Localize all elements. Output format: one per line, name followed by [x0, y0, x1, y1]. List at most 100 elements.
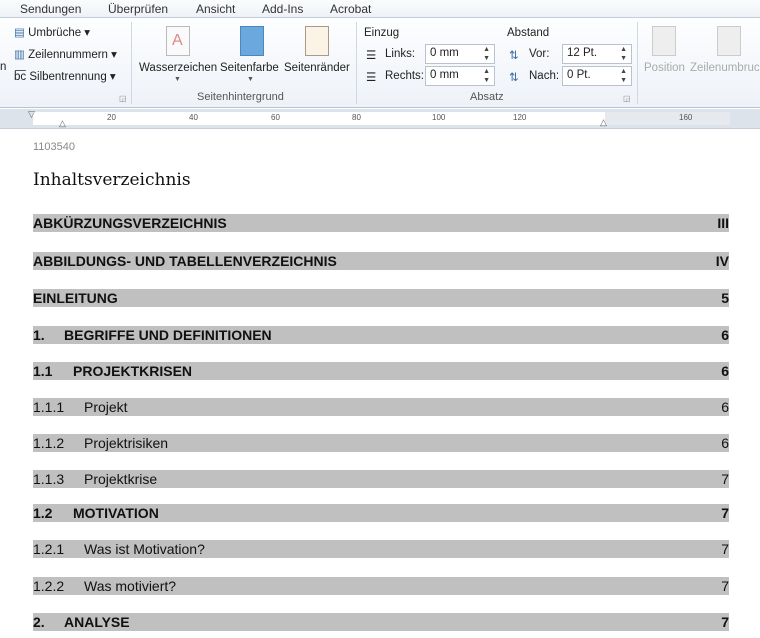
toc-entry-number: 2.: [33, 614, 45, 630]
spin-arrows-icon[interactable]: ▲ ▼: [483, 67, 490, 85]
toc-entry[interactable]: 1. BEGRIFFE UND DEFINITIONEN 6: [33, 326, 729, 344]
first-line-indent-marker[interactable]: ▽: [28, 109, 35, 120]
toc-entry-title: Was motiviert?: [84, 578, 177, 594]
hanging-indent-marker[interactable]: △: [59, 118, 66, 129]
chevron-down-icon: ▼: [247, 76, 254, 83]
toc-entry-title: MOTIVATION: [73, 505, 159, 521]
right-indent-marker[interactable]: △: [600, 117, 607, 128]
toc-entry[interactable]: 1.1.3 Projektkrise 7: [33, 470, 729, 488]
toc-entry-title: BEGRIFFE UND DEFINITIONEN: [64, 327, 272, 343]
dialog-launcher-icon[interactable]: ◲: [119, 94, 127, 103]
toc-entry-page: 6: [721, 399, 729, 415]
toc-entry-page: 5: [721, 290, 729, 306]
silbentrennung-button[interactable]: b͞c Silbentrennung ▾: [14, 69, 116, 83]
rechts-input[interactable]: 0 mm ▲ ▼: [425, 66, 495, 86]
toc-entry[interactable]: 1.2 MOTIVATION 7: [33, 504, 729, 522]
tab-add-ins[interactable]: Add-Ins: [262, 2, 303, 16]
watermark-icon: A: [166, 26, 190, 56]
text-wrap-icon: [717, 26, 741, 56]
position-button[interactable]: Position: [644, 62, 685, 74]
toc-entry-title: ABKÜRZUNGSVERZEICHNIS: [33, 215, 227, 231]
hyphenation-icon: b͞c: [14, 71, 30, 83]
indent-right-icon: ☰: [366, 72, 377, 84]
spin-arrows-icon[interactable]: ▲ ▼: [483, 45, 490, 63]
spacing-after-icon: ⇅: [509, 72, 519, 84]
vor-label: Vor:: [529, 48, 550, 60]
einzug-label: Einzug: [364, 27, 400, 39]
rechts-label: Rechts:: [385, 70, 424, 82]
toc-entry-title: EINLEITUNG: [33, 290, 118, 306]
toc-entry[interactable]: 2. ANALYSE 7: [33, 613, 729, 631]
toc-entry-number: 1.2: [33, 505, 53, 521]
document-id: 1103540: [33, 141, 76, 153]
tab-sendungen[interactable]: Sendungen: [20, 2, 81, 16]
spacing-before-icon: ⇅: [509, 50, 519, 62]
toc-entry-page: 7: [721, 471, 729, 487]
spin-arrows-icon[interactable]: ▲ ▼: [620, 45, 627, 63]
tab-ueberpruefen[interactable]: Überprüfen: [108, 2, 168, 16]
zeilennummern-button[interactable]: ▥ Zeilennummern ▾: [14, 47, 117, 61]
group-label-seitenhintergrund: Seitenhintergrund: [197, 91, 284, 103]
toc-entry[interactable]: 1.1.2 Projektrisiken 6: [33, 434, 729, 452]
document-page[interactable]: 1103540 Inhaltsverzeichnis ABKÜRZUNGSVER…: [0, 130, 760, 638]
ruler-label: 60: [271, 113, 280, 122]
toc-entry-page: 6: [721, 363, 729, 379]
toc-entry[interactable]: 1.2.2 Was motiviert? 7: [33, 577, 729, 595]
ribbon-tabs: Sendungen Überprüfen Ansicht Add-Ins Acr…: [0, 0, 760, 18]
line-numbers-icon: ▥: [14, 49, 29, 61]
toc-entry[interactable]: 1.1 PROJEKTKRISEN 6: [33, 362, 729, 380]
toc-entry[interactable]: 1.1.1 Projekt 6: [33, 398, 729, 416]
toc-entry-number: 1.2.1: [33, 541, 65, 557]
position-icon: [652, 26, 676, 56]
toc-entry-page: 6: [721, 435, 729, 451]
nach-input[interactable]: 0 Pt. ▲ ▼: [562, 66, 632, 86]
toc-entry-number: 1.2.2: [33, 578, 65, 594]
toc-entry-title: ANALYSE: [64, 614, 130, 630]
toc-entry-page: 7: [721, 578, 729, 594]
zeilenumbruch-button[interactable]: Zeilenumbruc: [690, 62, 760, 74]
links-label: Links:: [385, 48, 416, 60]
toc-entry-page: 6: [721, 327, 729, 343]
ruler-label: 20: [107, 113, 116, 122]
dialog-launcher-icon[interactable]: ◲: [623, 94, 631, 103]
wasserzeichen-button[interactable]: Wasserzeichen: [139, 62, 217, 74]
breaks-icon: ▤: [14, 27, 29, 39]
toc-entry-page: IV: [715, 253, 729, 269]
nach-label: Nach:: [529, 70, 560, 82]
spin-arrows-icon[interactable]: ▲ ▼: [620, 67, 627, 85]
indent-left-icon: ☰: [366, 50, 377, 62]
toc-entry[interactable]: ABBILDUNGS- UND TABELLENVERZEICHNIS IV: [33, 252, 729, 270]
ruler-label: 80: [352, 113, 361, 122]
ruler-label: 40: [189, 113, 198, 122]
toc-entry-title: Projektrisiken: [84, 435, 169, 451]
ribbon: n ▤ Umbrüche ▾ ▥ Zeilennummern ▾ b͞c Sil…: [0, 18, 760, 108]
tab-acrobat[interactable]: Acrobat: [330, 2, 371, 16]
chevron-down-icon: ▼: [174, 76, 181, 83]
toc-entry-page: III: [717, 215, 729, 231]
toc-entry-page: 7: [721, 505, 729, 521]
seitenfarbe-button[interactable]: Seitenfarbe: [220, 62, 279, 74]
toc-entry-page: 7: [721, 614, 729, 630]
toc-entry[interactable]: EINLEITUNG 5: [33, 289, 729, 307]
toc-entry-title: Was ist Motivation?: [84, 541, 205, 557]
group-label-absatz: Absatz: [470, 91, 504, 103]
abstand-label: Abstand: [507, 27, 550, 39]
seitenraender-button[interactable]: Seitenränder: [284, 62, 350, 74]
toc-entry-title: ABBILDUNGS- UND TABELLENVERZEICHNIS: [33, 253, 337, 269]
ruler-label: 100: [432, 113, 446, 122]
ruler-label: 120: [513, 113, 527, 122]
horizontal-ruler[interactable]: 20 40 60 80 100 120 160 ▽ △ △: [0, 109, 760, 129]
vor-input[interactable]: 12 Pt. ▲ ▼: [562, 44, 632, 64]
page-color-icon: [240, 26, 264, 56]
toc-entry-page: 7: [721, 541, 729, 557]
toc-entry-number: 1.1.2: [33, 435, 65, 451]
toc-entry-number: 1.1.1: [33, 399, 65, 415]
links-input[interactable]: 0 mm ▲ ▼: [425, 44, 495, 64]
tab-ansicht[interactable]: Ansicht: [196, 2, 235, 16]
toc-entry[interactable]: ABKÜRZUNGSVERZEICHNIS III: [33, 214, 729, 232]
ruler-label: 160: [679, 113, 693, 122]
toc-entry[interactable]: 1.2.1 Was ist Motivation? 7: [33, 540, 729, 558]
toc-entry-number: 1.1: [33, 363, 53, 379]
umbrueche-button[interactable]: ▤ Umbrüche ▾: [14, 25, 90, 39]
toc-entry-title: PROJEKTKRISEN: [73, 363, 193, 379]
